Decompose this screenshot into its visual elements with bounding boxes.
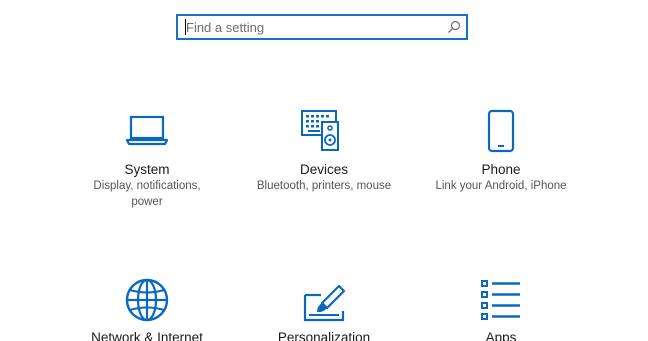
tile-phone[interactable]: Phone Link your Android, iPhone xyxy=(411,105,591,215)
keyboard-speaker-icon xyxy=(301,110,339,151)
search-icon[interactable] xyxy=(447,20,461,34)
tile-title: Devices xyxy=(299,162,348,177)
tile-network[interactable]: Network & Internet xyxy=(57,275,237,341)
paint-brush-icon xyxy=(303,284,346,322)
tile-title: Network & Internet xyxy=(91,330,203,341)
tile-apps[interactable]: Apps xyxy=(411,275,591,341)
tile-description: Display, notifications, power xyxy=(93,180,201,208)
laptop-icon xyxy=(125,115,169,146)
tile-personalization[interactable]: Personalization xyxy=(234,275,414,341)
settings-home: System Display, notifications, power Dev… xyxy=(0,0,648,341)
search-box[interactable] xyxy=(176,14,468,40)
search-input[interactable] xyxy=(178,16,446,38)
text-caret xyxy=(185,19,186,35)
tile-description: Link your Android, iPhone xyxy=(435,180,567,192)
tile-title: Phone xyxy=(481,162,521,177)
tile-title: Apps xyxy=(485,330,517,341)
tile-description: Bluetooth, printers, mouse xyxy=(256,180,392,192)
apps-list-icon xyxy=(481,280,520,320)
tile-title: Personalization xyxy=(277,330,371,341)
phone-icon xyxy=(487,109,515,153)
globe-icon xyxy=(125,278,169,322)
tile-system[interactable]: System Display, notifications, power xyxy=(57,105,237,215)
tile-devices[interactable]: Devices Bluetooth, printers, mouse xyxy=(234,105,414,215)
tile-title: System xyxy=(124,162,170,177)
